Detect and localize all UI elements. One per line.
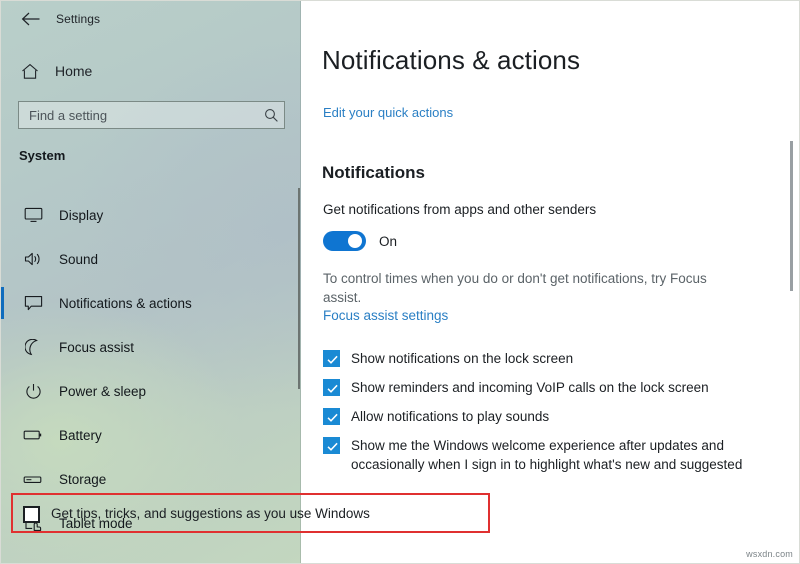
- checkbox-unchecked-icon[interactable]: [23, 505, 40, 523]
- chat-bubble-icon: [16, 295, 50, 312]
- sidebar-item-battery-label: Battery: [59, 427, 102, 443]
- watermark: wsxdn.com: [746, 549, 793, 559]
- checkbox-row-voip-reminders[interactable]: Show reminders and incoming VoIP calls o…: [323, 378, 773, 397]
- selection-accent-bar: [1, 243, 4, 275]
- checkbox-row-get-tips[interactable]: Get tips, tricks, and suggestions as you…: [23, 504, 370, 523]
- sidebar: Settings Home System: [1, 1, 301, 563]
- toggle-knob: [348, 234, 362, 248]
- sidebar-section-label: System: [19, 148, 66, 163]
- checkbox-checked-icon[interactable]: [323, 379, 340, 396]
- edit-quick-actions-link[interactable]: Edit your quick actions: [323, 105, 453, 120]
- power-icon: [16, 383, 50, 400]
- get-notifications-toggle[interactable]: [323, 231, 366, 251]
- sidebar-item-battery[interactable]: Battery: [1, 413, 301, 457]
- checkbox-row-play-sounds[interactable]: Allow notifications to play sounds: [323, 407, 773, 426]
- notifications-heading: Notifications: [322, 163, 425, 182]
- checkbox-checked-icon[interactable]: [323, 408, 340, 425]
- selection-accent-bar: [1, 287, 4, 319]
- sidebar-scrollbar[interactable]: [298, 188, 300, 389]
- selection-accent-bar: [1, 375, 4, 407]
- checkbox-label: Show notifications on the lock screen: [351, 351, 574, 366]
- main-scrollbar[interactable]: [790, 141, 793, 291]
- search-input[interactable]: [19, 107, 258, 123]
- sidebar-item-home[interactable]: Home: [1, 56, 301, 86]
- sidebar-item-power-sleep-label: Power & sleep: [59, 383, 147, 399]
- search-box[interactable]: [18, 101, 285, 129]
- selection-accent-bar: [1, 463, 4, 495]
- sidebar-item-storage-label: Storage: [59, 471, 107, 487]
- selection-accent-bar: [1, 199, 4, 231]
- get-notifications-toggle-row[interactable]: On: [323, 231, 397, 251]
- titlebar-left: Settings: [1, 1, 301, 37]
- checkbox-checked-icon[interactable]: [323, 437, 340, 454]
- selection-accent-bar: [1, 507, 4, 539]
- settings-window: Settings Home System: [0, 0, 800, 564]
- checkbox-row-lock-screen[interactable]: Show notifications on the lock screen: [323, 349, 773, 368]
- checkbox-label: Show reminders and incoming VoIP calls o…: [351, 380, 709, 395]
- sidebar-item-sound-label: Sound: [59, 251, 99, 267]
- notification-options-list: Show notifications on the lock screen Sh…: [323, 349, 773, 484]
- page-title: Notifications & actions: [322, 45, 581, 75]
- checkbox-checked-icon[interactable]: [323, 350, 340, 367]
- sidebar-item-sound[interactable]: Sound: [1, 237, 301, 281]
- focus-assist-helper-text: To control times when you do or don't ge…: [323, 271, 707, 305]
- drive-icon: [16, 474, 50, 485]
- moon-icon: [16, 338, 50, 356]
- home-icon: [13, 63, 47, 80]
- sidebar-item-focus-assist[interactable]: Focus assist: [1, 325, 301, 369]
- toggle-state-label: On: [379, 233, 398, 249]
- selection-accent-bar: [1, 419, 4, 451]
- battery-icon: [16, 429, 50, 441]
- speaker-icon: [16, 251, 50, 267]
- sidebar-item-focus-assist-label: Focus assist: [59, 339, 135, 355]
- main-content: Notifications & actions Edit your quick …: [302, 1, 799, 563]
- sidebar-item-display-label: Display: [59, 207, 104, 223]
- sidebar-item-notifications-actions-label: Notifications & actions: [59, 295, 192, 311]
- app-title: Settings: [56, 12, 101, 26]
- checkbox-label: Get tips, tricks, and suggestions as you…: [51, 506, 370, 521]
- monitor-icon: [16, 207, 50, 223]
- sidebar-item-power-sleep[interactable]: Power & sleep: [1, 369, 301, 413]
- checkbox-row-welcome-experience[interactable]: Show me the Windows welcome experience a…: [323, 436, 773, 474]
- sidebar-item-display[interactable]: Display: [1, 193, 301, 237]
- back-arrow-icon[interactable]: [10, 4, 50, 34]
- search-icon[interactable]: [258, 108, 284, 123]
- selection-accent-bar: [1, 331, 4, 363]
- sidebar-item-notifications-actions[interactable]: Notifications & actions: [1, 281, 301, 325]
- focus-assist-settings-link[interactable]: Focus assist settings: [323, 308, 448, 323]
- sidebar-item-home-label: Home: [55, 63, 93, 79]
- get-notifications-caption: Get notifications from apps and other se…: [323, 202, 597, 217]
- checkbox-label: Show me the Windows welcome experience a…: [351, 438, 743, 472]
- checkbox-label: Allow notifications to play sounds: [351, 409, 550, 424]
